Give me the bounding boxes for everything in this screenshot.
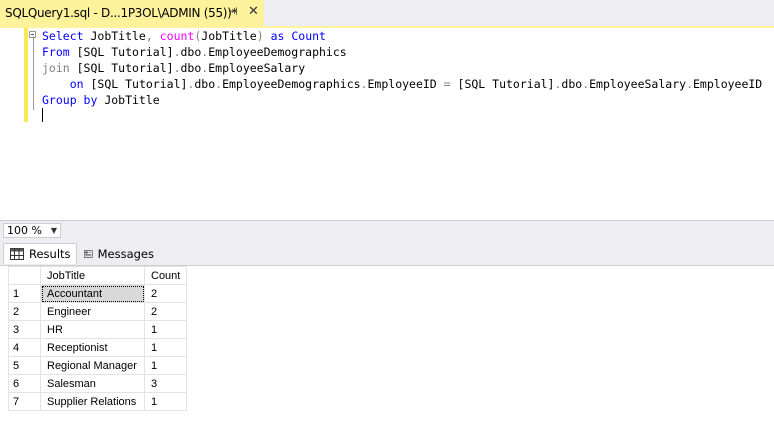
- code-token: EmployeeDemographics: [208, 45, 347, 59]
- code-token: Group by: [42, 93, 98, 107]
- row-number[interactable]: 3: [8, 320, 41, 339]
- code-token: EmployeeID: [367, 77, 444, 91]
- code-token: dbo: [180, 45, 202, 59]
- zoom-value: 100 %: [7, 224, 42, 237]
- cell-count[interactable]: 1: [143, 392, 188, 411]
- code-token: join: [42, 61, 70, 75]
- row-number[interactable]: 4: [8, 338, 41, 357]
- chevron-down-icon: ▼: [50, 226, 57, 235]
- code-token: on: [69, 77, 84, 91]
- code-token: EmployeeID: [693, 77, 763, 91]
- document-tab-strip: SQLQuery1.sql - D...1P3OL\ADMIN (55))* ⊣…: [0, 0, 774, 26]
- code-token: =: [443, 77, 451, 91]
- code-token: [SQL Tutorial]: [69, 61, 174, 75]
- code-token: From: [42, 45, 70, 59]
- code-token: dbo: [180, 61, 202, 75]
- cell-count[interactable]: 2: [143, 284, 188, 303]
- tab-messages[interactable]: Messages: [78, 243, 154, 264]
- code-token: count: [159, 29, 195, 43]
- zoom-bar: 100 % ▼: [0, 220, 774, 241]
- code-token: Select: [42, 29, 84, 43]
- cell-jobtitle[interactable]: Engineer: [40, 302, 145, 321]
- tab-sqlquery1[interactable]: SQLQuery1.sql - D...1P3OL\ADMIN (55))* ⊣…: [0, 0, 264, 26]
- column-header-jobtitle[interactable]: JobTitle: [40, 266, 145, 285]
- tab-messages-label: Messages: [97, 246, 154, 261]
- text-caret: [42, 108, 43, 122]
- cell-count[interactable]: 3: [143, 374, 188, 393]
- query-editor[interactable]: Select JobTitle, count(JobTitle) as Coun…: [0, 28, 774, 220]
- tab-title: SQLQuery1.sql - D...1P3OL\ADMIN (55))*: [5, 6, 238, 20]
- cell-count[interactable]: 2: [143, 302, 188, 321]
- tab-results[interactable]: Results: [3, 243, 77, 264]
- results-grid-area: JobTitle Count 1 Accountant 2 2 Engineer…: [0, 265, 774, 422]
- table-row[interactable]: 5 Regional Manager 1: [8, 356, 188, 375]
- code-token: EmployeeDemographics: [222, 77, 361, 91]
- code-token: Count: [284, 29, 326, 43]
- code-token: EmployeeSalary: [208, 61, 306, 75]
- code-line[interactable]: on [SQL Tutorial].dbo.EmployeeDemographi…: [42, 76, 763, 92]
- code-token: ,: [145, 29, 153, 43]
- cell-jobtitle[interactable]: Supplier Relations: [40, 392, 145, 411]
- code-token: [SQL Tutorial]: [83, 77, 188, 91]
- code-line[interactable]: Select JobTitle, count(JobTitle) as Coun…: [42, 28, 762, 44]
- tab-results-label: Results: [29, 247, 71, 261]
- code-token: dbo: [561, 77, 583, 91]
- code-token: ): [256, 29, 264, 43]
- code-token: JobTitle: [97, 93, 160, 107]
- code-token: [SQL Tutorial]: [69, 45, 174, 59]
- row-number[interactable]: 6: [8, 374, 41, 393]
- code-token: [SQL Tutorial]: [450, 77, 555, 91]
- cell-count[interactable]: 1: [143, 320, 188, 339]
- cell-jobtitle[interactable]: Receptionist: [40, 338, 145, 357]
- zoom-dropdown[interactable]: 100 % ▼: [3, 223, 61, 238]
- results-tab-strip: Results Messages: [0, 241, 774, 265]
- change-tracking-bar: [24, 28, 28, 122]
- code-token: JobTitle: [201, 29, 257, 43]
- row-number[interactable]: 1: [8, 284, 41, 303]
- code-line[interactable]: Group by JobTitle: [42, 92, 762, 108]
- grid-header-row: JobTitle Count: [8, 266, 188, 285]
- cell-jobtitle[interactable]: HR: [40, 320, 145, 339]
- cell-count[interactable]: 1: [143, 356, 188, 375]
- code-token: as: [270, 29, 285, 43]
- table-row[interactable]: 2 Engineer 2: [8, 302, 188, 321]
- cell-jobtitle[interactable]: Salesman: [40, 374, 145, 393]
- close-icon[interactable]: ✕: [248, 4, 259, 19]
- code-token: .: [360, 77, 368, 91]
- code-token: .: [173, 61, 181, 75]
- editor-gutter: [0, 28, 24, 220]
- grid-corner[interactable]: [8, 266, 41, 285]
- row-number[interactable]: 7: [8, 392, 41, 411]
- table-row[interactable]: 7 Supplier Relations 1: [8, 392, 188, 411]
- grid-icon: [10, 248, 24, 260]
- cell-count[interactable]: 1: [143, 338, 188, 357]
- row-number[interactable]: 5: [8, 356, 41, 375]
- table-row[interactable]: 4 Receptionist 1: [8, 338, 188, 357]
- code-token: JobTitle: [83, 29, 146, 43]
- outline-guide: [33, 36, 34, 110]
- messages-icon: [84, 249, 93, 258]
- table-row[interactable]: 3 HR 1: [8, 320, 188, 339]
- results-grid[interactable]: JobTitle Count 1 Accountant 2 2 Engineer…: [8, 266, 188, 411]
- cell-jobtitle[interactable]: Regional Manager: [40, 356, 145, 375]
- cell-jobtitle[interactable]: Accountant: [40, 284, 145, 303]
- code-line[interactable]: join [SQL Tutorial].dbo.EmployeeSalary: [42, 60, 762, 76]
- row-number[interactable]: 2: [8, 302, 41, 321]
- code-token: dbo: [194, 77, 216, 91]
- code-token: .: [173, 45, 181, 59]
- column-header-count[interactable]: Count: [143, 266, 188, 285]
- code-token: EmployeeSalary: [589, 77, 687, 91]
- code-text[interactable]: Select JobTitle, count(JobTitle) as Coun…: [42, 28, 762, 108]
- table-row[interactable]: 6 Salesman 3: [8, 374, 188, 393]
- pin-icon[interactable]: ⊣: [228, 5, 238, 18]
- code-line[interactable]: From [SQL Tutorial].dbo.EmployeeDemograp…: [42, 44, 762, 60]
- code-token: .: [686, 77, 693, 91]
- table-row[interactable]: 1 Accountant 2: [8, 284, 188, 303]
